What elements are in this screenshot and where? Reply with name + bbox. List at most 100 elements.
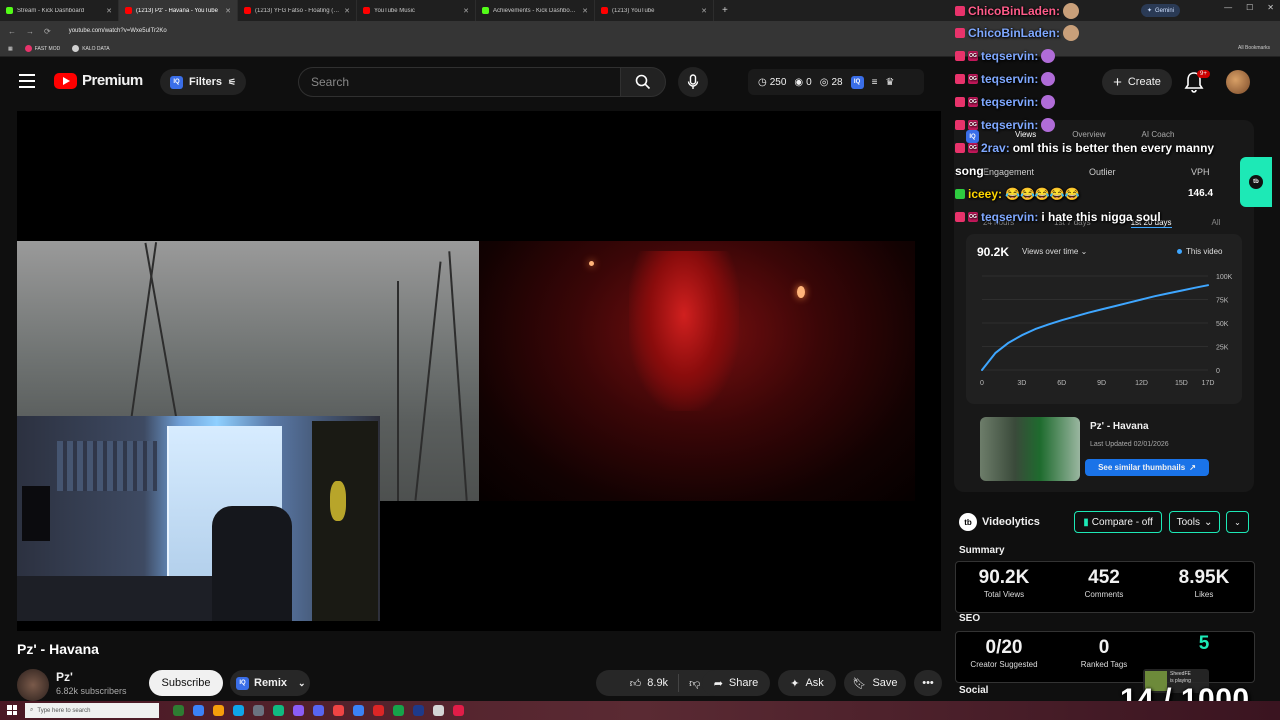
remix-button[interactable]: IQ Remix ⌄ bbox=[230, 670, 310, 696]
close-tab-icon[interactable]: ✕ bbox=[344, 7, 350, 15]
search-icon bbox=[635, 74, 651, 90]
channel-avatar[interactable] bbox=[17, 669, 49, 701]
tab-label: YouTube Music bbox=[374, 7, 415, 14]
search-button[interactable] bbox=[620, 67, 666, 97]
kick-icon bbox=[6, 7, 13, 14]
like-icon[interactable]: 👍︎ bbox=[630, 677, 642, 690]
stat-value: 28 bbox=[831, 76, 843, 88]
series-line-this-video bbox=[981, 284, 1209, 371]
subscriber-badge-icon bbox=[955, 189, 965, 199]
tab-label: Stream - Kick Dashboard bbox=[17, 7, 85, 14]
metric-value: 90.2K bbox=[978, 567, 1030, 588]
sliders-icon: ⚟ bbox=[228, 76, 237, 87]
list-icon[interactable]: ≡ bbox=[872, 77, 878, 88]
reload-icon[interactable]: ⟳ bbox=[44, 27, 51, 36]
forward-icon[interactable]: → bbox=[26, 27, 34, 36]
metric-label: Total Views bbox=[983, 590, 1025, 599]
app-icon[interactable] bbox=[213, 705, 224, 716]
compare-toggle-button[interactable]: ▮ Compare - off bbox=[1074, 511, 1162, 533]
metric-value: 0 bbox=[1098, 637, 1110, 658]
share-button[interactable]: ➦ Share bbox=[702, 670, 770, 696]
taskbar-search[interactable]: ⌕ Type here to search bbox=[25, 703, 159, 718]
thumbnail-title: Pz' - Havana bbox=[1090, 421, 1149, 432]
video-thumbnail[interactable] bbox=[980, 417, 1080, 481]
bookmark-label: KALO DATA bbox=[82, 45, 110, 52]
subscribe-button[interactable]: Subscribe bbox=[149, 670, 223, 696]
app-icon[interactable] bbox=[253, 705, 264, 716]
browser-tab-active[interactable]: (1213) Pz' - Havana - YouTube ✕ bbox=[119, 0, 238, 21]
browser-tab[interactable]: (1213) YFG Fatso - Floating (Of... ✕ bbox=[238, 0, 357, 21]
browser-tab[interactable]: YouTube Music ✕ bbox=[357, 0, 476, 21]
app-icon[interactable] bbox=[193, 705, 204, 716]
ask-button[interactable]: ✦ Ask bbox=[778, 670, 836, 696]
bookmark-label: FAST MOD bbox=[34, 45, 61, 52]
bookmark-icon bbox=[24, 45, 32, 52]
more-actions-button[interactable]: ••• bbox=[914, 670, 942, 696]
y-tick-label: 0 bbox=[1216, 368, 1220, 375]
close-tab-icon[interactable]: ✕ bbox=[225, 7, 231, 15]
laughing-emotes: 😂😂😂😂😂 bbox=[1005, 187, 1080, 201]
stat-eye: ◉ 0 bbox=[794, 77, 811, 88]
new-tab-button[interactable]: + bbox=[714, 5, 736, 16]
app-icon[interactable] bbox=[293, 705, 304, 716]
close-tab-icon[interactable]: ✕ bbox=[701, 7, 707, 15]
app-icon[interactable] bbox=[333, 705, 344, 716]
steam-icon[interactable] bbox=[413, 705, 424, 716]
youtube-icon bbox=[244, 7, 251, 14]
metric-total-views: 90.2K Total Views bbox=[954, 567, 1054, 599]
menu-icon[interactable] bbox=[19, 74, 35, 88]
taskbar-apps bbox=[173, 705, 464, 716]
chat-username: teqservin: bbox=[981, 118, 1039, 132]
save-button[interactable]: 🔖︎ Save bbox=[844, 670, 906, 696]
trophy-icon[interactable]: ♛ bbox=[885, 77, 894, 88]
iq-icon[interactable]: IQ bbox=[850, 75, 864, 89]
see-similar-thumbnails-button[interactable]: See similar thumbnails ↗ bbox=[1085, 459, 1209, 476]
y-tick-label: 100K bbox=[1216, 274, 1233, 281]
app-icon[interactable] bbox=[173, 705, 184, 716]
close-tab-icon[interactable]: ✕ bbox=[582, 7, 588, 15]
filters-button[interactable]: IQ Filters ⚟ bbox=[160, 69, 247, 95]
youtube-music-icon bbox=[363, 7, 370, 14]
close-tab-icon[interactable]: ✕ bbox=[463, 7, 469, 15]
search-input[interactable]: Search bbox=[298, 67, 620, 97]
collapse-button[interactable]: ⌄ bbox=[1226, 511, 1249, 533]
video-player[interactable] bbox=[17, 111, 941, 631]
youtube-icon bbox=[601, 7, 608, 14]
app-icon[interactable] bbox=[453, 705, 464, 716]
app-icon[interactable] bbox=[433, 705, 444, 716]
app-icon[interactable] bbox=[233, 705, 244, 716]
bookmark-item[interactable]: FAST MOD bbox=[24, 45, 61, 52]
browser-tab[interactable]: Stream - Kick Dashboard ✕ bbox=[0, 0, 119, 21]
chart-legend: This video bbox=[1177, 247, 1222, 256]
url-field[interactable]: youtube.com/watch?v=Wxe5uITr2Ko bbox=[69, 28, 167, 34]
bookmark-item[interactable]: KALO DATA bbox=[72, 45, 110, 52]
chat-username: ChicoBinLaden: bbox=[968, 26, 1060, 40]
youtube-icon bbox=[125, 7, 132, 14]
chat-message: OG teqservin: bbox=[955, 49, 1056, 63]
dislike-icon[interactable]: 👎︎ bbox=[689, 677, 700, 690]
metric-value: 452 bbox=[1088, 567, 1120, 588]
discord-icon[interactable] bbox=[313, 705, 324, 716]
youtube-logo[interactable]: Premium bbox=[54, 72, 143, 89]
browser-tab[interactable]: (1213) YouTube ✕ bbox=[595, 0, 714, 21]
channel-name[interactable]: Pz' bbox=[56, 670, 73, 684]
voice-search-button[interactable] bbox=[678, 67, 708, 97]
similar-label: See similar thumbnails bbox=[1098, 463, 1186, 472]
app-icon[interactable] bbox=[273, 705, 284, 716]
chat-message: OG teqservin: bbox=[955, 95, 1056, 109]
app-icon[interactable] bbox=[353, 705, 364, 716]
back-icon[interactable]: ← bbox=[8, 27, 16, 36]
views-over-time-select[interactable]: Views over time ⌄ bbox=[1022, 247, 1087, 256]
close-tab-icon[interactable]: ✕ bbox=[106, 7, 112, 15]
tools-dropdown[interactable]: Tools ⌄ bbox=[1169, 511, 1220, 533]
metric-label: Likes bbox=[1194, 590, 1214, 599]
moderator-badge-icon bbox=[955, 74, 965, 84]
chrome-icon[interactable] bbox=[393, 705, 404, 716]
metric-label: Creator Suggested bbox=[970, 660, 1038, 669]
app-icon[interactable] bbox=[373, 705, 384, 716]
apps-icon[interactable]: ▦ bbox=[8, 46, 13, 52]
browser-tab[interactable]: Achievements - Kick Dashboard ✕ bbox=[476, 0, 595, 21]
windows-start-icon[interactable] bbox=[7, 705, 17, 715]
like-count[interactable]: 8.9k bbox=[647, 677, 668, 689]
webcam-overlay bbox=[17, 416, 380, 621]
